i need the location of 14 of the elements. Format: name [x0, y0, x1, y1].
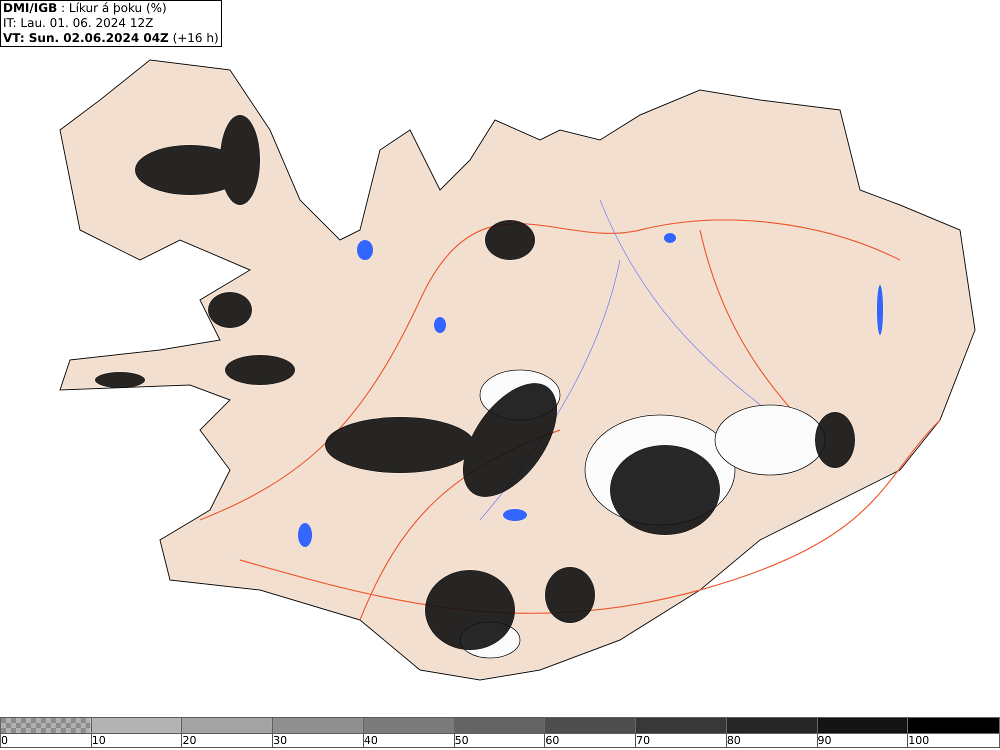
- valid-time: VT: Sun. 02.06.2024 04Z (+16 h): [3, 31, 219, 46]
- legend-label: 60: [545, 734, 560, 747]
- legend-label: 100: [908, 734, 930, 747]
- product-title: DMI/IGB : Líkur á þoku (%): [3, 1, 168, 16]
- legend-label: 70: [636, 734, 650, 747]
- legend-label: 50: [454, 734, 469, 747]
- legend-label: 80: [726, 734, 741, 747]
- legend-label: 10: [92, 734, 106, 747]
- legend-label: 20: [182, 734, 196, 747]
- legend-label: 0: [1, 734, 8, 747]
- legend-label: 90: [818, 734, 832, 747]
- legend-label: 30: [273, 734, 288, 747]
- legend-label: 40: [364, 734, 378, 747]
- issue-time: IT: Lau. 01. 06. 2024 12Z: [3, 16, 154, 31]
